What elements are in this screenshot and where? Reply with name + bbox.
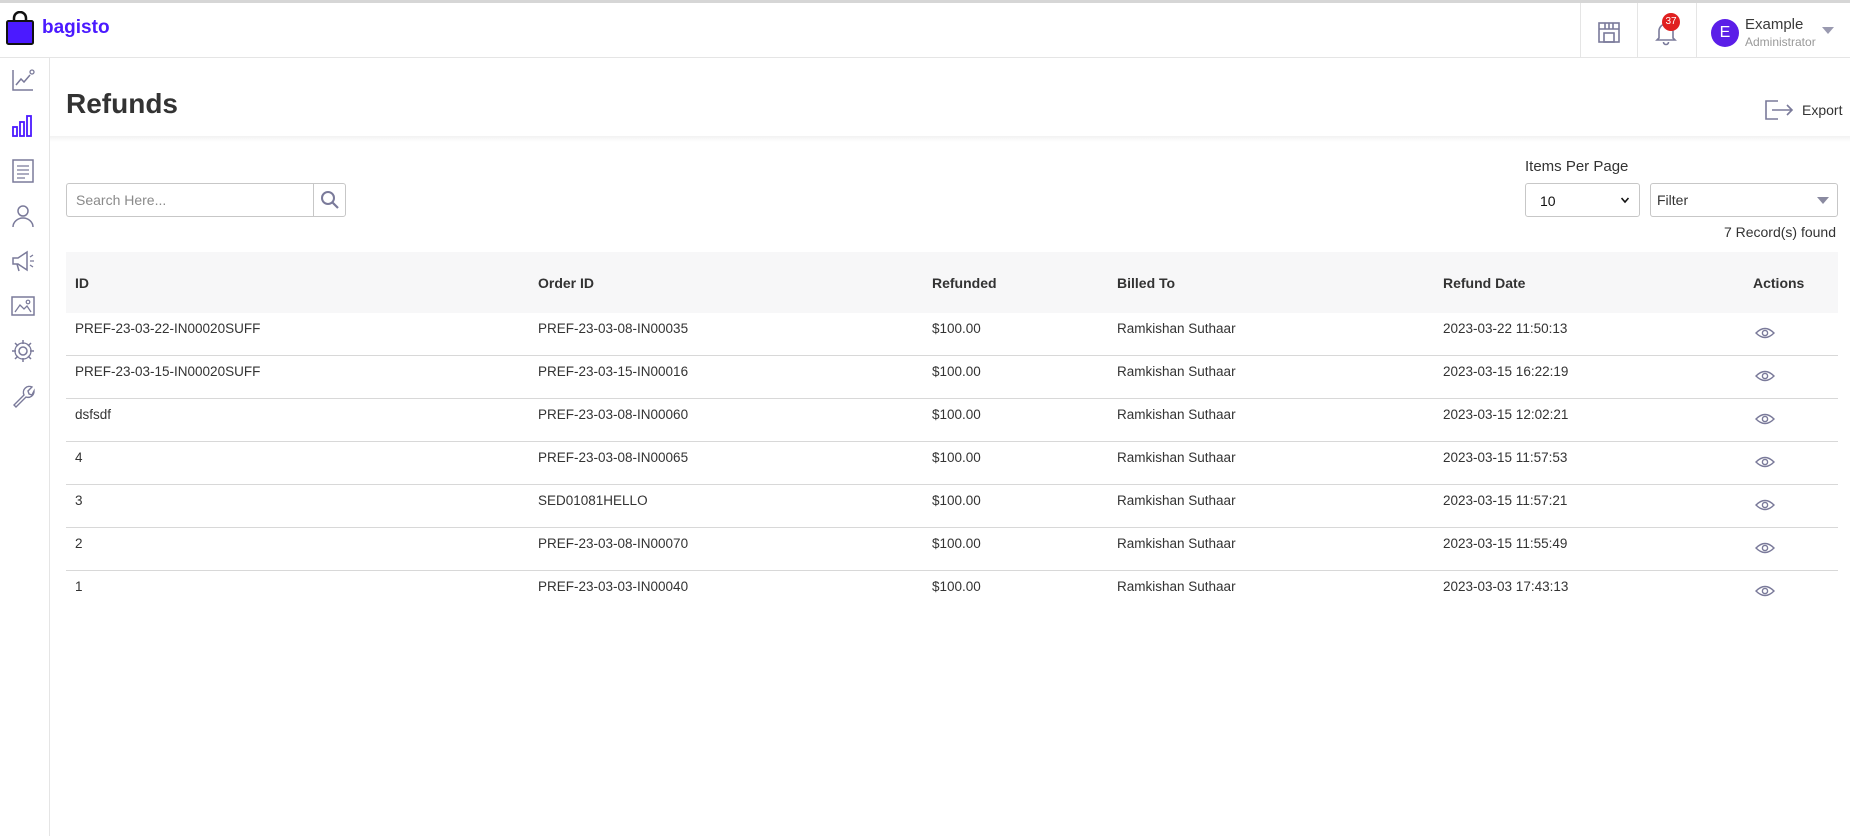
notification-badge: 37 <box>1662 13 1680 31</box>
table-header: ID Order ID Refunded Billed To Refund Da… <box>66 252 1838 313</box>
column-header-billed-to[interactable]: Billed To <box>1117 275 1175 291</box>
search-input[interactable] <box>66 183 313 217</box>
cell-id: 3 <box>75 493 83 508</box>
cell-id: dsfsdf <box>75 407 112 422</box>
cell-id: 1 <box>75 579 83 594</box>
logo-text: bagisto <box>42 17 110 38</box>
header-divider <box>1637 3 1638 58</box>
cell-order-id: PREF-23-03-08-IN00060 <box>538 407 689 422</box>
bar-chart-icon[interactable] <box>10 113 36 139</box>
view-eye-icon[interactable] <box>1755 326 1775 340</box>
cell-id: PREF-23-03-15-IN00020SUFF <box>75 364 261 379</box>
refunds-table: ID Order ID Refunded Billed To Refund Da… <box>66 252 1838 613</box>
cell-order-id: PREF-23-03-08-IN00035 <box>538 321 689 336</box>
cell-refunded: $100.00 <box>932 493 981 508</box>
view-eye-icon[interactable] <box>1755 498 1775 512</box>
column-header-refund-date[interactable]: Refund Date <box>1443 275 1525 291</box>
items-per-page-label: Items Per Page <box>1525 158 1629 175</box>
storefront-icon[interactable] <box>1595 18 1623 46</box>
view-eye-icon[interactable] <box>1755 369 1775 383</box>
title-divider <box>50 136 1850 142</box>
cell-billed-to: Ramkishan Suthaar <box>1117 450 1236 465</box>
cell-refunded: $100.00 <box>932 321 981 336</box>
chevron-down-icon <box>1621 197 1629 204</box>
filter-label: Filter <box>1657 192 1689 208</box>
cell-order-id: PREF-23-03-15-IN00016 <box>538 364 689 379</box>
column-header-actions: Actions <box>1753 274 1805 291</box>
cell-order-id: PREF-23-03-08-IN00070 <box>538 536 689 551</box>
export-label: Export <box>1802 102 1843 118</box>
image-icon[interactable] <box>10 293 36 319</box>
cell-id: 4 <box>75 450 83 465</box>
cell-refund-date: 2023-03-15 11:57:21 <box>1443 493 1568 508</box>
cell-billed-to: Ramkishan Suthaar <box>1117 493 1236 508</box>
cell-billed-to: Ramkishan Suthaar <box>1117 364 1236 379</box>
header-divider <box>1696 3 1697 58</box>
cell-order-id: PREF-23-03-08-IN00065 <box>538 450 689 465</box>
view-eye-icon[interactable] <box>1755 455 1775 469</box>
cell-id: PREF-23-03-22-IN00020SUFF <box>75 321 261 336</box>
shopping-bag-icon <box>6 11 34 45</box>
table-row: 2 PREF-23-03-08-IN00070 $100.00 Ramkisha… <box>66 528 1838 571</box>
cell-billed-to: Ramkishan Suthaar <box>1117 407 1236 422</box>
cell-refunded: $100.00 <box>932 536 981 551</box>
cell-refund-date: 2023-03-15 11:57:53 <box>1443 450 1568 465</box>
cell-billed-to: Ramkishan Suthaar <box>1117 536 1236 551</box>
records-count: 7 Record(s) found <box>1723 224 1836 240</box>
table-row: 4 PREF-23-03-08-IN00065 $100.00 Ramkisha… <box>66 442 1838 485</box>
view-eye-icon[interactable] <box>1755 412 1775 426</box>
column-header-refunded[interactable]: Refunded <box>932 275 997 291</box>
search-box <box>66 183 346 217</box>
chevron-down-icon <box>1817 197 1829 204</box>
cell-refund-date: 2023-03-22 11:50:13 <box>1443 321 1568 336</box>
cell-billed-to: Ramkishan Suthaar <box>1117 321 1236 336</box>
cell-refunded: $100.00 <box>932 450 981 465</box>
cell-id: 2 <box>75 536 83 551</box>
column-header-order-id[interactable]: Order ID <box>538 275 594 291</box>
avatar[interactable]: E <box>1711 19 1739 47</box>
cell-refunded: $100.00 <box>932 579 981 594</box>
sidebar <box>0 58 50 836</box>
export-button[interactable]: Export <box>1764 98 1842 122</box>
user-name[interactable]: Example <box>1745 16 1803 33</box>
cell-refunded: $100.00 <box>932 364 981 379</box>
search-icon <box>320 191 339 209</box>
column-header-id[interactable]: ID <box>75 275 89 291</box>
top-header: bagisto 37 E Example Administrator <box>0 0 1850 58</box>
cell-order-id: SED01081HELLO <box>538 493 648 508</box>
cell-billed-to: Ramkishan Suthaar <box>1117 579 1236 594</box>
cell-refunded: $100.00 <box>932 407 981 422</box>
wrench-icon[interactable] <box>10 383 36 409</box>
export-icon <box>1765 100 1794 120</box>
search-button[interactable] <box>313 183 346 217</box>
page-title: Refunds <box>66 88 178 119</box>
header-divider <box>1580 3 1581 58</box>
view-eye-icon[interactable] <box>1755 541 1775 555</box>
cell-refund-date: 2023-03-15 16:22:19 <box>1443 364 1569 379</box>
table-row: 1 PREF-23-03-03-IN00040 $100.00 Ramkisha… <box>66 571 1838 613</box>
cell-refund-date: 2023-03-15 11:55:49 <box>1443 536 1568 551</box>
gear-icon[interactable] <box>10 338 36 364</box>
megaphone-icon[interactable] <box>10 248 36 274</box>
table-row: 3 SED01081HELLO $100.00 Ramkishan Suthaa… <box>66 485 1838 528</box>
view-eye-icon[interactable] <box>1755 584 1775 598</box>
items-per-page-value: 10 <box>1540 193 1556 209</box>
table-row: PREF-23-03-22-IN00020SUFF PREF-23-03-08-… <box>66 313 1838 356</box>
items-per-page-select[interactable]: 10 <box>1525 183 1640 217</box>
table-row: dsfsdf PREF-23-03-08-IN00060 $100.00 Ram… <box>66 399 1838 442</box>
cell-order-id: PREF-23-03-03-IN00040 <box>538 579 689 594</box>
cell-refund-date: 2023-03-03 17:43:13 <box>1443 579 1569 594</box>
line-chart-icon[interactable] <box>10 67 36 93</box>
user-role: Administrator <box>1745 35 1816 49</box>
chevron-down-icon[interactable] <box>1822 27 1834 34</box>
filter-dropdown[interactable]: Filter <box>1650 183 1838 217</box>
user-icon[interactable] <box>10 203 36 229</box>
logo[interactable]: bagisto <box>6 11 110 45</box>
document-icon[interactable] <box>10 158 36 184</box>
table-row: PREF-23-03-15-IN00020SUFF PREF-23-03-15-… <box>66 356 1838 399</box>
cell-refund-date: 2023-03-15 12:02:21 <box>1443 407 1569 422</box>
